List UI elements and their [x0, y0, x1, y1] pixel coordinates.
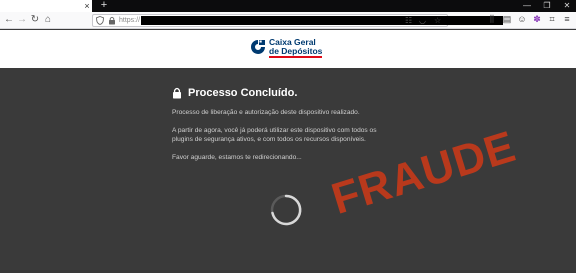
library-icon[interactable]: ⫼: [487, 14, 497, 25]
info-text-line-2: plugins de segurança ativos, e com todos…: [172, 136, 366, 143]
minimize-button[interactable]: —: [520, 1, 534, 11]
caixa-geral-logo[interactable]: Caixa Geral de Depósitos: [250, 37, 324, 59]
reload-button[interactable]: ↻: [29, 14, 41, 26]
url-bar[interactable]: https:// ☷ ◡ ☆: [92, 14, 503, 27]
secure-lock-icon[interactable]: [108, 16, 116, 25]
logo-line-2: de Depósitos: [269, 46, 323, 56]
maximize-button[interactable]: ❐: [540, 1, 554, 11]
tab-close-button[interactable]: ×: [82, 0, 92, 12]
pocket-icon[interactable]: ◡: [419, 15, 426, 26]
info-text-line-1: A partir de agora, você já poderá utiliz…: [172, 127, 377, 134]
url-redacted: [141, 16, 503, 25]
tab-title-redacted: [0, 0, 80, 12]
tracking-protection-icon[interactable]: [96, 16, 104, 25]
status-text: Processo de liberação e autorização dest…: [172, 109, 360, 116]
loading-spinner: [270, 194, 302, 226]
active-tab[interactable]: ×: [0, 0, 92, 12]
close-window-button[interactable]: ✕: [560, 1, 574, 11]
tab-strip: × + — ❐ ✕: [0, 0, 576, 12]
home-button[interactable]: ⌂: [42, 14, 54, 26]
forward-button[interactable]: →: [16, 14, 28, 26]
logo-text: Caixa Geral de Depósitos: [269, 38, 322, 56]
sidebar-icon[interactable]: ▤: [502, 14, 512, 25]
page-title: Processo Concluído.: [188, 87, 298, 99]
crop-icon[interactable]: ⌗: [547, 14, 557, 25]
account-icon[interactable]: ☺: [517, 14, 527, 25]
redirect-text: Favor aguarde, estamos te redirecionando…: [172, 154, 302, 161]
logo-underline: [269, 56, 322, 58]
new-tab-button[interactable]: +: [98, 0, 110, 12]
lock-icon: [173, 87, 181, 99]
reader-view-icon[interactable]: ☷: [405, 15, 412, 26]
bookmark-star-icon[interactable]: ☆: [434, 15, 441, 26]
url-scheme: https://: [119, 17, 141, 24]
cgd-logo-icon: [251, 40, 265, 54]
menu-icon[interactable]: ≡: [562, 14, 572, 25]
back-button[interactable]: ←: [3, 14, 15, 26]
navigation-bar: ← → ↻ ⌂ https:// ☷ ◡ ☆ ⫼ ▤ ☺ ✽ ⌗ ≡: [0, 12, 576, 29]
extensions-icon[interactable]: ✽: [532, 14, 542, 25]
